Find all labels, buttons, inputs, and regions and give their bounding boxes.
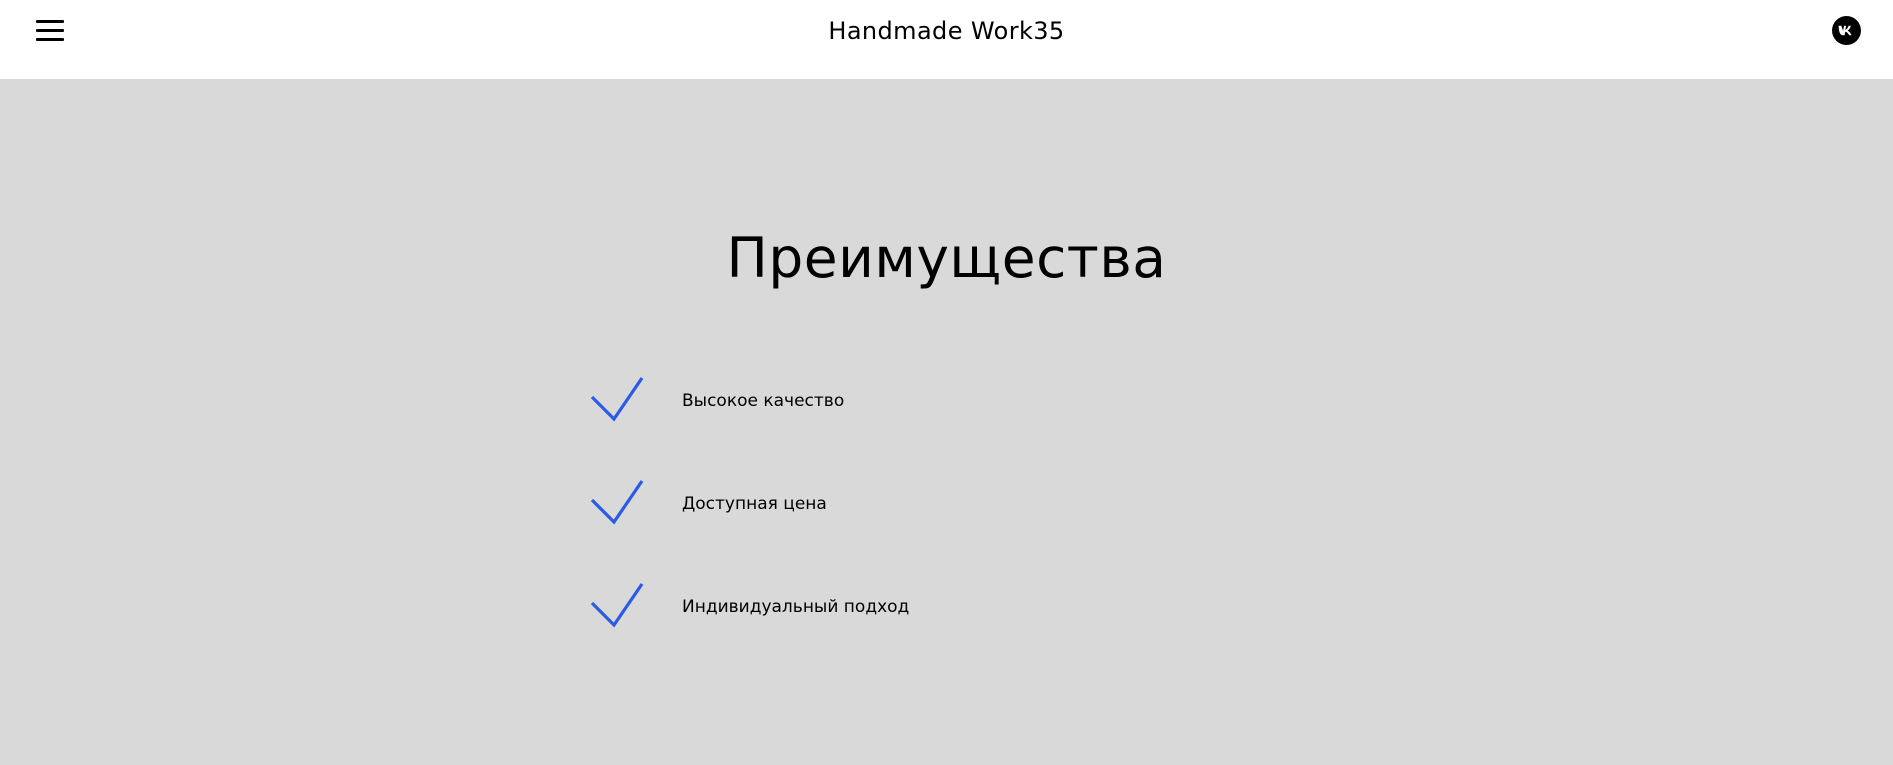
checkmark-icon — [590, 480, 644, 525]
checkmark-icon — [590, 377, 644, 422]
checkmark-icon — [590, 583, 644, 628]
site-header: Handmade Work35 — [0, 0, 1893, 79]
advantage-label: Доступная цена — [682, 494, 827, 514]
site-title[interactable]: Handmade Work35 — [0, 16, 1893, 46]
vk-icon[interactable] — [1832, 16, 1861, 45]
advantages-title: Преимущества — [726, 226, 1167, 290]
advantages-section: Преимущества Высокое качество Доступная … — [0, 79, 1893, 765]
advantage-item: Доступная цена — [590, 480, 1090, 532]
advantage-item: Индивидуальный подход — [590, 583, 1090, 635]
advantage-label: Высокое качество — [682, 391, 845, 411]
advantage-item: Высокое качество — [590, 377, 1090, 429]
advantage-label: Индивидуальный подход — [682, 597, 910, 617]
